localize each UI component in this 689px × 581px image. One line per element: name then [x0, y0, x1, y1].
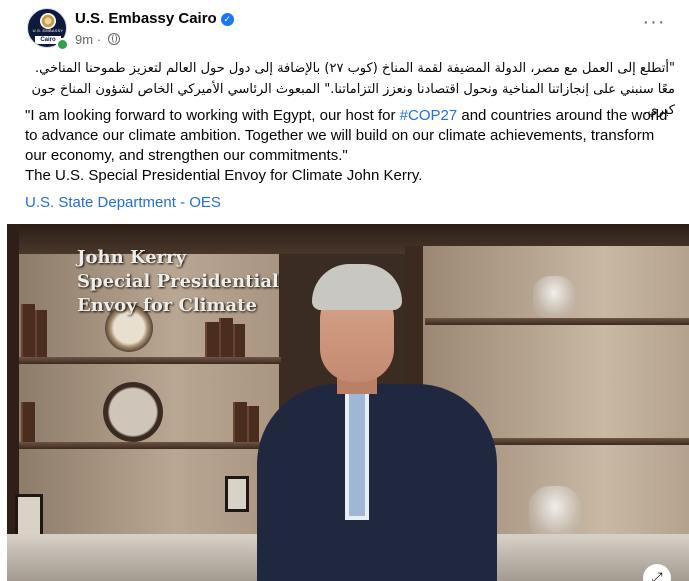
caption-line-2: Special Presidential — [77, 271, 279, 292]
speaker-hair — [312, 264, 402, 310]
glass-vase — [533, 276, 575, 318]
page-name-text[interactable]: U.S. Embassy Cairo — [75, 10, 217, 27]
post-timestamp[interactable]: 9m — [75, 32, 93, 47]
round-mirror — [103, 382, 163, 442]
online-status-dot — [56, 38, 69, 51]
book — [233, 402, 247, 442]
verified-badge-icon: ✓ — [220, 13, 234, 26]
embassy-seal-icon — [40, 13, 56, 29]
english-signoff: The U.S. Special Presidential Envoy for … — [25, 167, 423, 184]
hashtag-link[interactable]: #COP27 — [400, 107, 458, 124]
speaker-tie — [349, 386, 365, 516]
post-header: U.S. EMBASSY Cairo U.S. Embassy Cairo ✓ 9… — [27, 8, 667, 52]
video-caption: John Kerry Special Presidential Envoy fo… — [77, 246, 279, 318]
book — [233, 324, 245, 357]
more-options-button[interactable]: ··· — [639, 10, 669, 40]
page-name[interactable]: U.S. Embassy Cairo ✓ — [75, 10, 234, 27]
post-meta: 9m · — [75, 32, 120, 47]
caption-line-1: John Kerry — [77, 247, 187, 268]
english-text-part1: "I am looking forward to working with Eg… — [25, 107, 400, 124]
book — [205, 322, 219, 357]
shelf — [19, 442, 281, 449]
facebook-post: U.S. EMBASSY Cairo U.S. Embassy Cairo ✓ 9… — [0, 0, 689, 581]
avatar-mini-text: U.S. EMBASSY — [32, 28, 64, 33]
book — [35, 310, 47, 357]
book — [21, 402, 35, 442]
picture-frame — [225, 476, 249, 512]
glass-vase — [529, 486, 581, 538]
speaker-figure — [257, 264, 497, 581]
speaker-suit — [257, 384, 497, 581]
book — [219, 318, 233, 357]
post-text-english: "I am looking forward to working with Eg… — [25, 106, 675, 186]
caption-line-3: Envoy for Climate — [77, 295, 257, 316]
video-player[interactable]: John Kerry Special Presidential Envoy fo… — [7, 224, 689, 581]
book — [21, 304, 35, 357]
source-link[interactable]: U.S. State Department - OES — [25, 194, 221, 211]
meta-separator: · — [96, 32, 102, 47]
globe-icon[interactable] — [107, 33, 120, 45]
shelf — [19, 357, 281, 364]
